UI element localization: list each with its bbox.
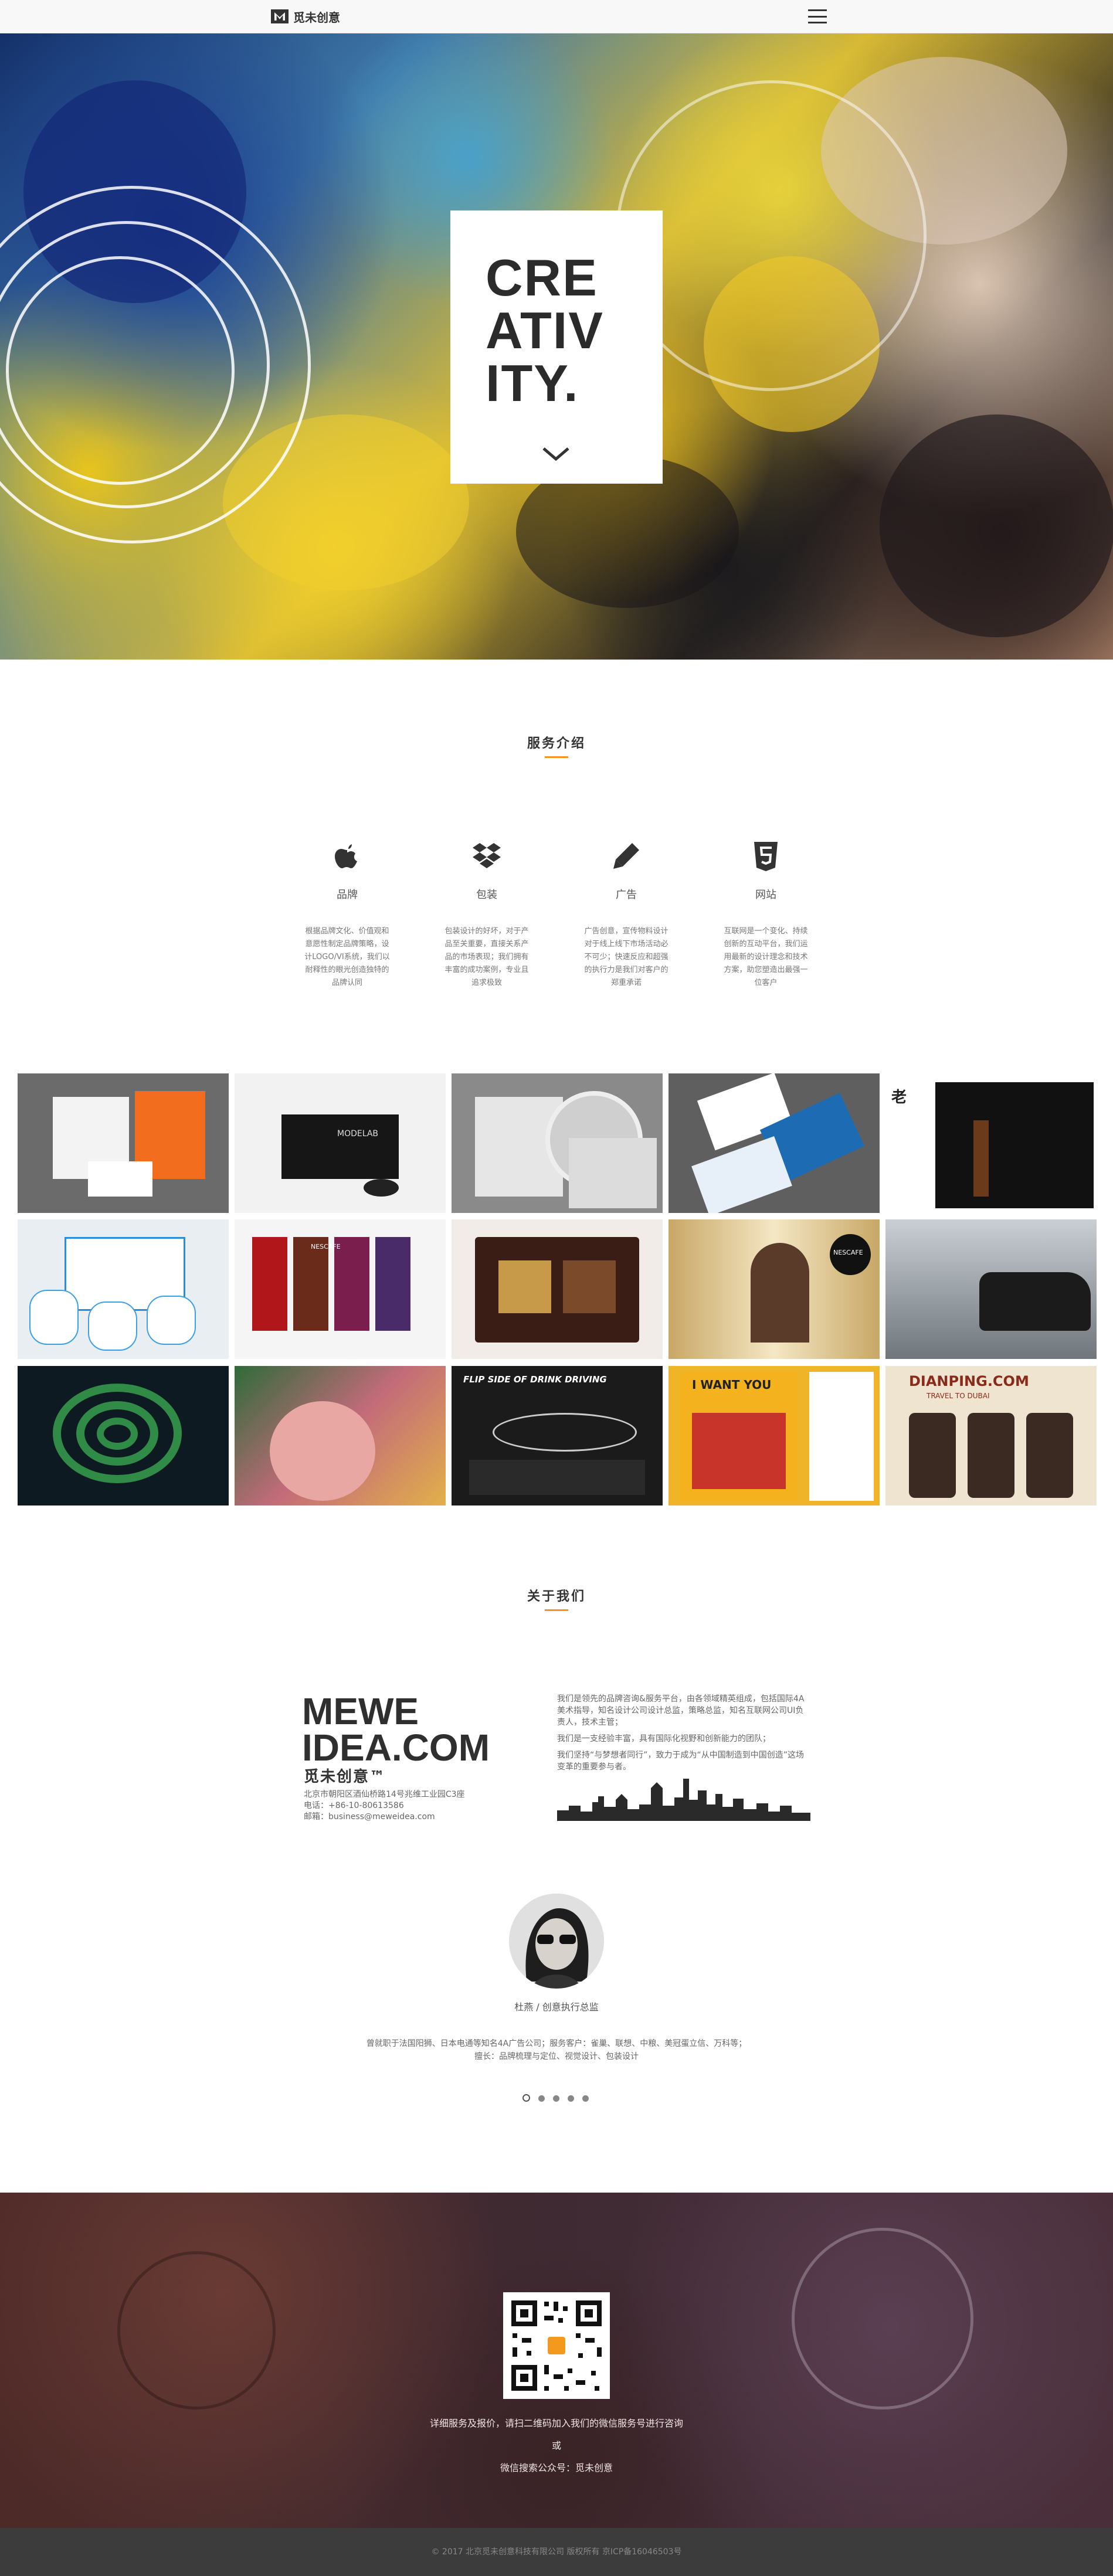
company-address: 北京市朝阳区酒仙桥路14号兆维工业园C3座: [304, 1790, 465, 1799]
service-brand: 品牌 根据品牌文化、价值观和意愿性制定品牌策略，设计LOGO/VI系统，我们以耐…: [303, 838, 391, 990]
top-navbar: 觅未创意: [0, 0, 1113, 33]
person-bio: 曾就职于法国阳狮、日本电通等知名4A广告公司；服务客户：雀巢、联想、中粮、美冠蛋…: [366, 2039, 747, 2061]
tile-label: FLIP SIDE OF DRINK DRIVING: [463, 1374, 607, 1385]
hero-banner: CRE ATIV ITY.: [0, 33, 1113, 660]
service-advertising: 广告 广告创意，宣传物料设计对于线上线下市场活动必不可少；快速反应和超强的执行力…: [582, 838, 670, 990]
portfolio-tile[interactable]: [452, 1073, 663, 1213]
person-name-title: 杜燕 / 创意执行总监: [514, 2001, 599, 2013]
about-paragraph: 我们是领先的品牌咨询&服务平台，由各领域精英组成，包括国际4A美术指导，知名设计…: [557, 1694, 805, 1727]
services-title: 服务介绍: [527, 736, 586, 751]
wechat-qr-code: [503, 2292, 610, 2399]
portfolio-tile[interactable]: NESCAFE: [235, 1219, 446, 1359]
service-name: 广告: [616, 889, 637, 901]
testimonial-pagination: [518, 2093, 595, 2104]
company-email: 邮箱：business@meweidea.com: [304, 1812, 435, 1821]
contact-text: 详细服务及报价，请扫二维码加入我们的微信服务号进行咨询: [429, 2418, 683, 2429]
dropbox-icon: [473, 843, 501, 868]
portfolio-tile[interactable]: [18, 1366, 229, 1506]
tile-label: NESCAFE: [311, 1243, 341, 1250]
service-name: 品牌: [337, 889, 358, 901]
company-phone: 电话：+86-10-80613586: [304, 1801, 404, 1810]
pencil-icon: [613, 843, 639, 869]
logo-mark-icon: [271, 9, 289, 23]
logo-text: 觅未创意: [293, 10, 340, 25]
contact-text: 或: [551, 2440, 561, 2451]
hero-title-card: CRE ATIV ITY.: [450, 210, 663, 484]
service-packaging: 包装 包装设计的好坏，对于产品至关重要，直接关系产品的市场表现；我们拥有丰富的成…: [443, 838, 531, 990]
chevron-down-icon[interactable]: [541, 445, 571, 463]
portfolio-tile[interactable]: DIANPING.COM TRAVEL TO DUBAI: [885, 1366, 1097, 1506]
about-paragraph: 我们坚持“与梦想者同行”，致力于成为“从中国制造到中国创造”这场变革的重要参与者…: [557, 1751, 805, 1772]
brand-wordmark: MEWE IDEA.COM: [302, 1690, 490, 1769]
hero-title: CRE ATIV ITY.: [486, 249, 604, 412]
tile-label: TRAVEL TO DUBAI: [927, 1392, 990, 1400]
service-name: 包装: [476, 889, 497, 901]
portfolio-tile[interactable]: FLIP SIDE OF DRINK DRIVING: [452, 1366, 663, 1506]
portfolio-tile[interactable]: [18, 1073, 229, 1213]
logo[interactable]: 觅未创意: [271, 8, 340, 25]
tile-label: DIANPING.COM: [909, 1373, 1029, 1389]
about-title: 关于我们: [527, 1589, 586, 1604]
service-desc: 包装设计的好坏，对于产品至关重要，直接关系产品的市场表现；我们拥有丰富的成功案例…: [444, 927, 529, 987]
apple-icon: [335, 844, 357, 868]
pagination-dot[interactable]: [568, 2095, 574, 2102]
brand-chinese-name: 觅未创意™: [304, 1768, 386, 1786]
service-desc: 根据品牌文化、价值观和意愿性制定品牌策略，设计LOGO/VI系统，我们以耐释性的…: [304, 927, 390, 987]
tile-label: MODELAB: [337, 1129, 379, 1139]
tile-label: NESCAFE: [833, 1249, 863, 1256]
portfolio-tile[interactable]: MODELAB: [235, 1073, 446, 1213]
service-desc: 广告创意，宣传物料设计对于线上线下市场活动必不可少；快速反应和超强的执行力是我们…: [584, 927, 669, 987]
avatar: [509, 1894, 604, 1989]
contact-text: 微信搜索公众号：觅未创意: [500, 2462, 613, 2473]
portfolio-tile[interactable]: [669, 1073, 880, 1213]
html5-icon: [754, 842, 778, 871]
service-website: 网站 互联网是一个变化、持续创新的互动平台，我们运用最新的设计理念和技术方案，助…: [722, 838, 810, 990]
hamburger-menu-icon[interactable]: [808, 9, 827, 23]
portfolio-tile[interactable]: 老: [885, 1073, 1097, 1213]
tile-label: I WANT YOU: [692, 1378, 772, 1392]
service-name: 网站: [755, 889, 776, 901]
portfolio-tile[interactable]: NESCAFE: [669, 1219, 880, 1359]
footer-bar: © 2017 北京觅未创意科技有限公司 版权所有 京ICP备16046503号: [0, 2528, 1113, 2576]
portfolio-tile[interactable]: [18, 1219, 229, 1359]
service-desc: 互联网是一个变化、持续创新的互动平台，我们运用最新的设计理念和技术方案，助您塑造…: [724, 927, 808, 987]
pagination-dot[interactable]: [538, 2095, 545, 2102]
about-title-underline: [545, 1609, 568, 1611]
pagination-dot[interactable]: [582, 2095, 589, 2102]
portfolio-tile[interactable]: I WANT YOU: [669, 1366, 880, 1506]
contact-section: 详细服务及报价，请扫二维码加入我们的微信服务号进行咨询 或 微信搜索公众号：觅未…: [0, 2193, 1113, 2528]
pagination-dot[interactable]: [553, 2095, 559, 2102]
copyright-text: © 2017 北京觅未创意科技有限公司 版权所有 京ICP备16046503号: [431, 2547, 682, 2557]
portfolio-tile[interactable]: [452, 1219, 663, 1359]
pagination-dot[interactable]: [522, 2094, 530, 2102]
portfolio-tile[interactable]: [235, 1366, 446, 1506]
portfolio-tile[interactable]: [885, 1219, 1097, 1359]
services-title-underline: [545, 756, 568, 758]
city-skyline-illustration: [557, 1779, 810, 1821]
about-paragraph: 我们是一支经验丰富，具有国际化视野和创新能力的团队；: [557, 1734, 771, 1744]
